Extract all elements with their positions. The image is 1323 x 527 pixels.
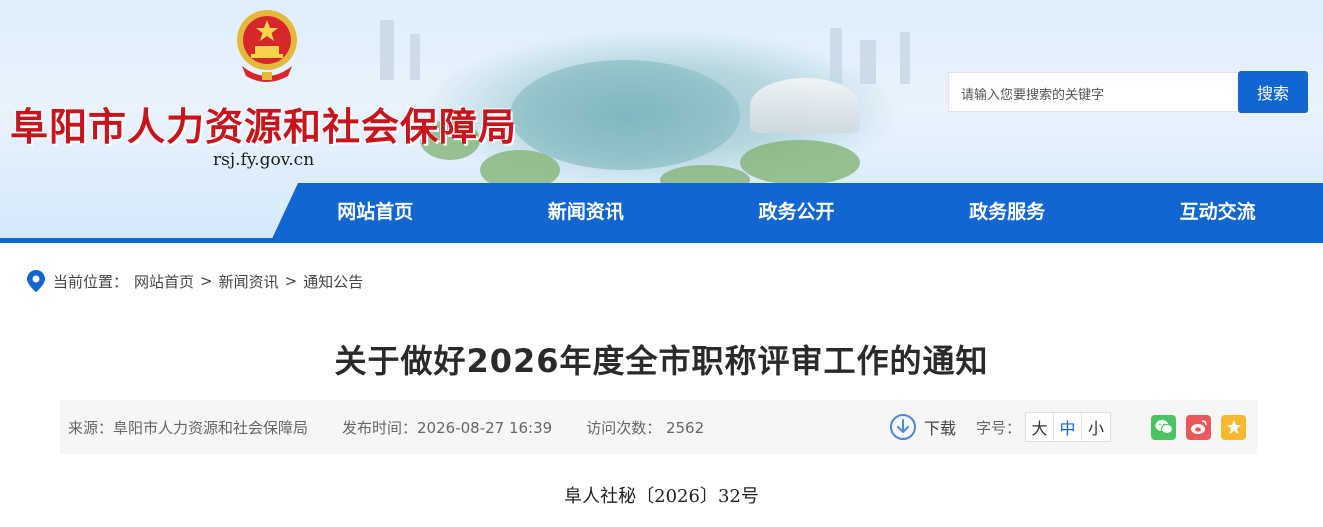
share-buttons — [1141, 414, 1246, 440]
breadcrumb-separator: > — [200, 272, 213, 290]
breadcrumb: 当前位置： 网站首页 > 新闻资讯 > 通知公告 — [27, 270, 369, 292]
site-title: 阜阳市人力资源和社会保障局 — [10, 104, 518, 149]
font-size-medium-button[interactable]: 中 — [1054, 413, 1082, 441]
font-size-small-button[interactable]: 小 — [1082, 413, 1110, 441]
font-size-label: 字号： — [975, 418, 1021, 437]
location-pin-icon — [27, 270, 45, 292]
nav-item-gov-services[interactable]: 政务服务 — [902, 183, 1113, 238]
article-meta-bar: 来源：阜阳市人力资源和社会保障局 发布时间：2026-08-27 16:39 访… — [60, 400, 1258, 454]
font-size-selector: 大 中 小 — [1025, 412, 1111, 442]
nav-item-interaction[interactable]: 互动交流 — [1112, 183, 1323, 238]
article-title: 关于做好2026年度全市职称评审工作的通知 — [334, 342, 989, 380]
star-icon[interactable] — [1221, 414, 1246, 440]
download-link[interactable]: 下载 — [924, 415, 956, 439]
font-size-large-button[interactable]: 大 — [1026, 413, 1054, 441]
breadcrumb-news[interactable]: 新闻资讯 — [219, 271, 279, 292]
site-domain: rsj.fy.gov.cn — [213, 150, 315, 170]
search-button[interactable]: 搜索 — [1238, 71, 1308, 113]
article-publish-time: 发布时间：2026-08-27 16:39 — [342, 418, 553, 437]
breadcrumb-notices[interactable]: 通知公告 — [303, 271, 363, 292]
weibo-icon[interactable] — [1186, 414, 1211, 440]
breadcrumb-separator: > — [284, 272, 298, 290]
nav-item-home[interactable]: 网站首页 — [270, 183, 481, 238]
main-nav: 网站首页 新闻资讯 政务公开 政务服务 互动交流 — [0, 183, 1323, 243]
nav-item-gov-affairs[interactable]: 政务公开 — [691, 183, 902, 238]
wechat-icon[interactable] — [1151, 414, 1176, 440]
nav-item-news[interactable]: 新闻资讯 — [481, 183, 692, 238]
search-input[interactable]: 请输入您要搜索的关键字 — [948, 72, 1238, 112]
document-number: 阜人社秘〔2026〕32号 — [564, 486, 759, 507]
article-visits: 访问次数： 2562 — [586, 418, 705, 437]
breadcrumb-prefix: 当前位置： — [53, 272, 129, 291]
article-source: 来源：阜阳市人力资源和社会保障局 — [68, 418, 309, 437]
breadcrumb-home[interactable]: 网站首页 — [134, 271, 194, 292]
download-icon[interactable] — [889, 414, 916, 440]
national-emblem-icon — [237, 10, 297, 82]
